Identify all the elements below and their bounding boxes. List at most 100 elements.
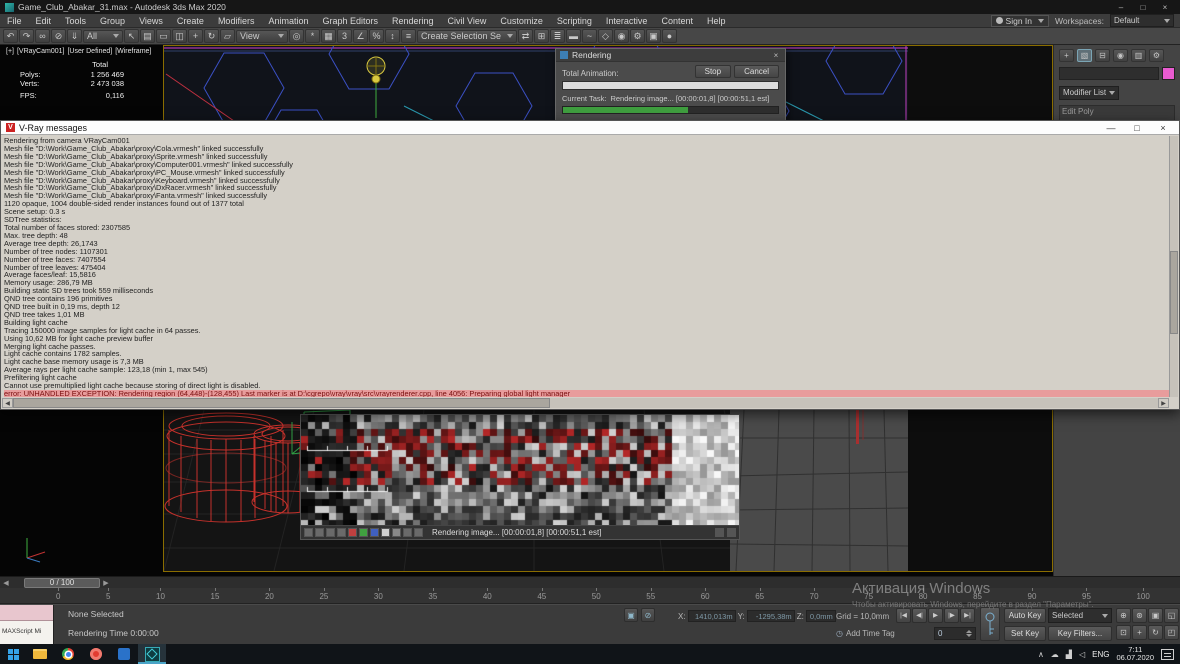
orbit-icon[interactable]: ↻ (1148, 625, 1163, 640)
next-frame-button[interactable]: |▶ (944, 608, 959, 623)
scrollbar-thumb[interactable] (1170, 251, 1178, 335)
menu-views[interactable]: Views (132, 14, 170, 28)
menu-customize[interactable]: Customize (493, 14, 550, 28)
alpha-channel-icon[interactable] (381, 528, 390, 537)
percent-snap-icon[interactable]: % (369, 29, 384, 43)
vfb-render-canvas[interactable] (301, 415, 739, 526)
vray-messages-titlebar[interactable]: V V-Ray messages —□× (1, 121, 1179, 135)
selection-region-icon[interactable]: ▭ (156, 29, 171, 43)
chrome-icon[interactable] (54, 644, 82, 664)
material-editor-icon[interactable]: ◉ (614, 29, 629, 43)
mirror-icon[interactable]: ⇄ (518, 29, 533, 43)
zoom-all-icon[interactable]: ⊛ (1132, 608, 1147, 623)
minimize-button[interactable]: – (1115, 3, 1127, 12)
vray-maximize-button[interactable]: □ (1132, 123, 1142, 133)
angle-snap-icon[interactable]: ∠ (353, 29, 368, 43)
isolate-selection-button[interactable]: ▣ (624, 608, 638, 622)
modifier-list-dropdown[interactable]: Modifier List (1059, 86, 1119, 100)
track-bar[interactable]: 0510152025303540455055606570758085909510… (0, 588, 1180, 604)
viewport-wireframe-menu[interactable]: [Wireframe] (115, 48, 151, 55)
vfb-stamp-icon[interactable] (715, 528, 724, 537)
stack-item-edit-poly[interactable]: Edit Poly (1062, 107, 1172, 117)
scroll-left-arrow[interactable]: ◀ (2, 398, 13, 408)
keyboard-shortcut-override-icon[interactable]: ▦ (321, 29, 336, 43)
time-forward-arrow[interactable]: ▶ (100, 579, 112, 587)
render-setup-icon[interactable]: ⚙ (630, 29, 645, 43)
set-key-mode-button[interactable] (980, 607, 1000, 641)
vray-close-button[interactable]: × (1158, 123, 1168, 133)
clear-image-icon[interactable] (326, 528, 335, 537)
render-production-icon[interactable]: ● (662, 29, 677, 43)
save-image-icon[interactable] (304, 528, 313, 537)
vray-minimize-button[interactable]: — (1106, 123, 1116, 133)
time-slider-track[interactable] (112, 577, 1180, 588)
select-by-name-icon[interactable]: ▤ (140, 29, 155, 43)
select-object-icon[interactable]: ↖ (124, 29, 139, 43)
vray-frame-buffer[interactable]: Rendering image... [00:00:01,8] [00:00:5… (300, 414, 740, 540)
tray-expand-icon[interactable]: ∧ (1038, 650, 1044, 659)
snaps-toggle-icon[interactable]: 3 (337, 29, 352, 43)
action-center-icon[interactable] (1161, 649, 1174, 660)
viewport-camera-menu[interactable]: [VRayCam001] (17, 48, 64, 55)
select-and-manipulate-icon[interactable]: * (305, 29, 320, 43)
schematic-view-icon[interactable]: ◇ (598, 29, 613, 43)
menu-help[interactable]: Help (700, 14, 733, 28)
close-button[interactable]: × (1159, 3, 1171, 12)
workspace-select[interactable]: Default (1110, 14, 1174, 27)
go-to-end-button[interactable]: ▶| (960, 608, 975, 623)
scrollbar-thumb[interactable] (13, 398, 550, 408)
object-color-swatch[interactable] (1162, 67, 1175, 80)
set-key-button[interactable]: Set Key (1004, 626, 1046, 641)
macro-recorder-pane[interactable] (0, 605, 53, 621)
frame-spinner[interactable] (966, 628, 972, 639)
stop-button[interactable]: Stop (695, 65, 731, 78)
maximize-button[interactable]: □ (1137, 3, 1149, 12)
display-tab[interactable]: ▥ (1131, 49, 1146, 62)
y-coordinate-field[interactable]: -1295,38m (747, 610, 795, 622)
maxscript-mini-listener[interactable]: MAXScript Mi (0, 605, 54, 645)
current-frame-field[interactable]: 0 (934, 627, 976, 640)
file-explorer-icon[interactable] (26, 644, 54, 664)
menu-animation[interactable]: Animation (261, 14, 315, 28)
menu-edit[interactable]: Edit (29, 14, 59, 28)
menu-interactive[interactable]: Interactive (599, 14, 655, 28)
use-pivot-center-icon[interactable]: ◎ (289, 29, 304, 43)
curve-editor-icon[interactable]: ~ (582, 29, 597, 43)
zoom-region-icon[interactable]: ⊡ (1116, 625, 1131, 640)
previous-frame-button[interactable]: ◀| (912, 608, 927, 623)
load-image-icon[interactable] (315, 528, 324, 537)
utilities-tab[interactable]: ⚙ (1149, 49, 1164, 62)
horizontal-scrollbar[interactable]: ◀ ▶ (2, 398, 1169, 408)
zoom-extents-all-icon[interactable]: ◱ (1164, 608, 1179, 623)
menu-content[interactable]: Content (654, 14, 700, 28)
create-tab[interactable]: + (1059, 49, 1074, 62)
vertical-scrollbar[interactable] (1169, 136, 1178, 397)
volume-icon[interactable]: ◁ (1079, 650, 1085, 659)
zoom-extents-icon[interactable]: ▣ (1148, 608, 1163, 623)
x-coordinate-field[interactable]: 1410,013m (688, 610, 736, 622)
red-channel-icon[interactable] (348, 528, 357, 537)
duplicate-buffer-icon[interactable] (337, 528, 346, 537)
clock[interactable]: 7:11 06.07.2020 (1116, 646, 1154, 663)
red-browser-icon[interactable] (82, 644, 110, 664)
z-coordinate-field[interactable]: 0,0mm (806, 610, 836, 622)
pan-view-icon[interactable]: + (1132, 625, 1147, 640)
monochrome-icon[interactable] (392, 528, 401, 537)
time-slider-handle[interactable]: 0 / 100 (24, 578, 100, 588)
menu-group[interactable]: Group (93, 14, 132, 28)
hierarchy-tab[interactable]: ⊟ (1095, 49, 1110, 62)
auto-key-button[interactable]: Auto Key (1004, 608, 1046, 623)
play-button[interactable]: ▶ (928, 608, 943, 623)
key-filters-button[interactable]: Key Filters... (1048, 626, 1112, 641)
select-and-scale-icon[interactable]: ▱ (220, 29, 235, 43)
redo-icon[interactable]: ↷ (19, 29, 34, 43)
zoom-icon[interactable]: ⊕ (1116, 608, 1131, 623)
track-mouse-icon[interactable] (414, 528, 423, 537)
window-crossing-icon[interactable]: ◫ (172, 29, 187, 43)
selection-lock-button[interactable]: ⊘ (641, 608, 655, 622)
start-button[interactable] (0, 644, 26, 664)
rendered-frame-window-icon[interactable]: ▣ (646, 29, 661, 43)
key-filter-select[interactable]: Selected (1048, 608, 1112, 623)
select-and-rotate-icon[interactable]: ↻ (204, 29, 219, 43)
onedrive-icon[interactable]: ☁ (1051, 650, 1059, 659)
